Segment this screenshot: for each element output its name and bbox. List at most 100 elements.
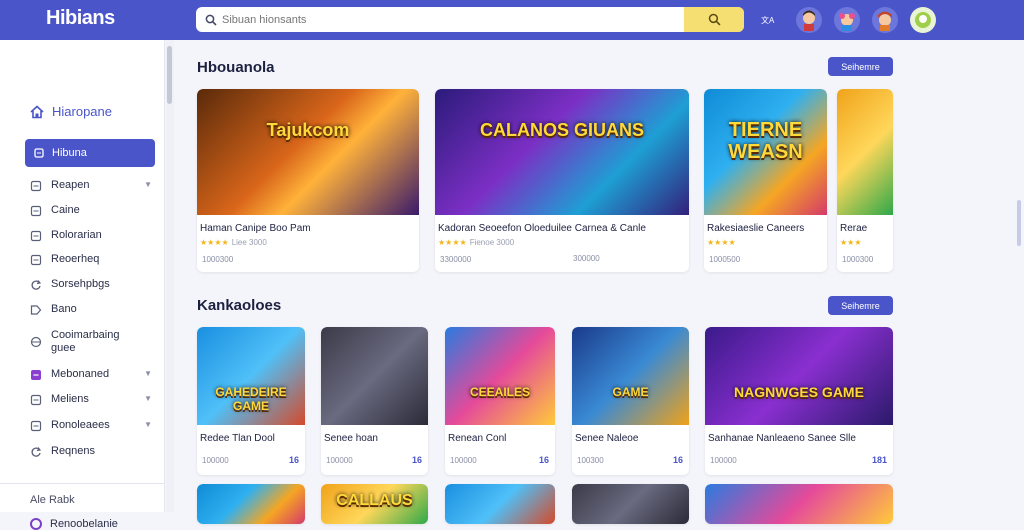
thumbnail-title-art: CEEAILES	[469, 385, 530, 399]
sidebar-item-label: Reqnens	[51, 445, 96, 457]
sidebar-item-label: Meliens	[51, 393, 89, 405]
star-rating: ★★★★	[200, 238, 229, 247]
sidebar-item-label: Hibuna	[52, 147, 87, 159]
game-thumbnail[interactable]	[837, 89, 893, 215]
section-title: Hbouanola	[197, 59, 275, 76]
search-bar	[196, 7, 744, 32]
card-meta: 3300000	[440, 255, 472, 264]
card-meta: 1000300	[842, 255, 874, 264]
game-card[interactable]: CALANOS GIUANS Kadoran Seoeefon Oloeduile…	[435, 89, 689, 272]
game-card[interactable]: CALLAUS	[321, 484, 428, 524]
game-card[interactable]	[445, 484, 555, 524]
sidebar-item[interactable]: Meliens ▼	[30, 393, 154, 406]
page-icon	[30, 230, 42, 242]
avatar[interactable]	[834, 7, 860, 33]
game-thumbnail[interactable]: Tajukcom	[197, 89, 419, 215]
card-meta: 100000	[710, 456, 737, 465]
app-logo[interactable]: Hibians	[46, 7, 115, 30]
sidebar-item-label: Reoerheq	[51, 253, 100, 265]
game-thumbnail[interactable]	[705, 484, 893, 524]
translate-icon[interactable]: 文A	[760, 7, 776, 33]
rating-stars: ★★★	[840, 238, 865, 247]
sidebar-scrollbar[interactable]	[166, 40, 174, 512]
game-thumbnail[interactable]	[572, 484, 689, 524]
see-all-button[interactable]: Seihemre	[828, 57, 893, 76]
chevron-down-icon[interactable]: ▼	[144, 369, 152, 378]
thumbnail-title-art: NAGNWGES GAME	[734, 384, 864, 400]
avatar[interactable]	[796, 7, 822, 33]
game-card[interactable]: Tajukcom Haman Canipe Boo Pam ★★★★ Liee 300…	[197, 89, 419, 272]
sidebar-item[interactable]: Ronoleaees ▼	[30, 419, 154, 432]
sidebar-item[interactable]: Cooimarbaing guee	[30, 329, 154, 355]
sidebar-item[interactable]: Rolorarian	[30, 229, 154, 242]
user-avatars: 文A	[760, 4, 948, 36]
game-thumbnail[interactable]: TIERNE WEASN	[704, 89, 827, 215]
sidebar-item[interactable]: Reqnens	[30, 445, 154, 458]
game-card[interactable]: GAHEDEIRE GAME Redee Tlan Dool 100000 16	[197, 327, 305, 475]
game-card[interactable]	[572, 484, 689, 524]
thumbnail-title-art: CALLAUS	[336, 492, 413, 509]
sidebar-item[interactable]: Caine	[30, 204, 154, 217]
game-card[interactable]	[705, 484, 893, 524]
card-title: Sanhanae Nanleaeno Sanee Slle	[708, 433, 856, 444]
card-meta: 100000	[450, 456, 477, 465]
game-thumbnail[interactable]: CALLAUS	[321, 484, 428, 524]
game-thumbnail[interactable]: GAME	[572, 327, 689, 425]
game-thumbnail[interactable]: NAGNWGES GAME	[705, 327, 893, 425]
game-thumbnail[interactable]	[321, 327, 428, 425]
sidebar-item[interactable]: Sorsehpbgs	[30, 278, 154, 291]
sidebar-item[interactable]: Mebonaned ▼	[30, 368, 154, 381]
sidebar-item-label: Cooimarbaing guee	[51, 329, 120, 354]
card-title: Rakesiaeslie Caneers	[707, 223, 805, 234]
game-card[interactable]: NAGNWGES GAME Sanhanae Nanleaeno Sanee Sl…	[705, 327, 893, 475]
card-meta: 100000	[202, 456, 229, 465]
chevron-down-icon[interactable]: ▼	[144, 394, 152, 403]
card-count: 16	[288, 455, 299, 465]
game-card[interactable]: TIERNE WEASN Rakesiaeslie Caneers ★★★★ 1000…	[704, 89, 827, 272]
section-title: Kankaoloes	[197, 297, 282, 314]
sidebar-home-label: Hiaropane	[52, 104, 112, 119]
page-icon	[30, 180, 42, 192]
sidebar-item[interactable]: Bano	[30, 303, 154, 316]
search-input[interactable]	[222, 9, 684, 30]
main-content: Hbouanola Seihemre Kankaoloes Seihemre T…	[174, 40, 1024, 524]
sidebar-item[interactable]: Reoerheq	[30, 253, 154, 266]
chevron-down-icon[interactable]: ▼	[144, 420, 152, 429]
game-thumbnail[interactable]	[445, 484, 555, 524]
avatar[interactable]	[910, 7, 936, 33]
game-card[interactable]: Rerae ★★★ 1000300	[837, 89, 893, 272]
card-title: Senee Naleoe	[575, 433, 639, 444]
page-scrollbar[interactable]	[1017, 200, 1021, 246]
game-card[interactable]: Senee hoan 100000 16	[321, 327, 428, 475]
card-count: 16	[538, 455, 549, 465]
sidebar-footer-heading: Ale Rabk	[30, 494, 75, 506]
sidebar-footer-item[interactable]: Renoobelanie	[30, 518, 118, 530]
game-card[interactable]: CEEAILES Renean Conl 100000 16	[445, 327, 555, 475]
avatar[interactable]	[872, 7, 898, 33]
svg-text:文A: 文A	[761, 15, 775, 25]
see-all-button[interactable]: Seihemre	[828, 296, 893, 315]
card-title: Rerae	[840, 223, 868, 234]
game-thumbnail[interactable]	[197, 484, 305, 524]
game-thumbnail[interactable]: CEEAILES	[445, 327, 555, 425]
game-thumbnail[interactable]: CALANOS GIUANS	[435, 89, 689, 215]
chevron-down-icon[interactable]: ▼	[144, 180, 152, 189]
sidebar-footer-label: Renoobelanie	[50, 518, 118, 530]
card-count: 16	[672, 455, 683, 465]
tag-icon	[30, 304, 42, 316]
sidebar-item-label: Rolorarian	[51, 229, 102, 241]
game-thumbnail[interactable]: GAHEDEIRE GAME	[197, 327, 305, 425]
game-card[interactable]	[197, 484, 305, 524]
sidebar-home[interactable]: Hiaropane	[30, 104, 112, 119]
search-button[interactable]	[684, 7, 744, 32]
home-icon	[30, 104, 44, 118]
purple-icon	[30, 369, 42, 381]
star-rating: ★★★★	[438, 238, 467, 247]
game-card[interactable]: GAME Senee Naleoe 100300 16	[572, 327, 689, 475]
rating-text: Liee 3000	[231, 238, 267, 247]
sidebar-item[interactable]: Reapen ▼	[30, 179, 154, 192]
rating-stars: ★★★★ Fienoe 3000	[438, 238, 514, 247]
sidebar-item-active[interactable]: Hibuna	[25, 139, 155, 167]
scrollbar-thumb[interactable]	[167, 46, 172, 104]
card-count: 16	[411, 455, 422, 465]
